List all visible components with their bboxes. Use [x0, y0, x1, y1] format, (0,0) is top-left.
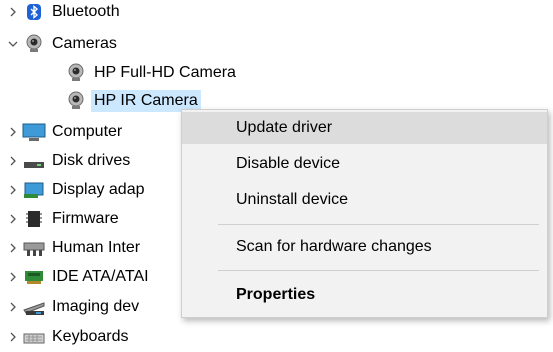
camera-icon [64, 90, 88, 112]
keyboard-icon [22, 326, 46, 348]
context-menu: Update driver Disable device Uninstall d… [181, 109, 548, 318]
menu-item-properties[interactable]: Properties [182, 279, 547, 311]
tree-item-hp-full-hd-camera[interactable]: HP Full-HD Camera [64, 62, 236, 84]
chevron-down-icon[interactable] [4, 33, 22, 55]
tree-item-imaging-devices[interactable]: Imaging dev [4, 296, 139, 318]
tree-item-computer[interactable]: Computer [4, 121, 122, 143]
tree-item-label: Disk drives [52, 152, 131, 169]
menu-item-update-driver[interactable]: Update driver [182, 112, 547, 144]
tree-item-label: Keyboards [52, 328, 129, 345]
menu-item-label: Disable device [236, 155, 341, 172]
tree-item-label: Bluetooth [52, 3, 120, 20]
camera-icon [22, 33, 46, 55]
tree-item-label: Cameras [52, 35, 117, 52]
menu-item-label: Properties [236, 286, 316, 303]
chevron-right-icon[interactable] [4, 179, 22, 201]
menu-item-label: Update driver [236, 119, 333, 136]
chevron-right-icon[interactable] [4, 208, 22, 230]
chevron-right-icon[interactable] [4, 326, 22, 348]
tree-item-label: HP Full-HD Camera [94, 64, 236, 81]
tree-item-cameras[interactable]: Cameras [4, 33, 117, 55]
tree-item-display-adapters[interactable]: Display adap [4, 179, 145, 201]
chevron-right-icon[interactable] [4, 296, 22, 318]
chevron-right-icon[interactable] [4, 150, 22, 172]
tree-item-label: Imaging dev [52, 298, 140, 315]
menu-item-scan-for-hardware-changes[interactable]: Scan for hardware changes [182, 231, 547, 263]
tree-item-label: Human Inter [52, 239, 141, 256]
chevron-right-icon[interactable] [4, 121, 22, 143]
camera-icon [64, 62, 88, 84]
menu-separator [218, 270, 539, 271]
tree-item-keyboards[interactable]: Keyboards [4, 326, 129, 348]
menu-item-label: Scan for hardware changes [236, 238, 432, 255]
tree-item-ide-ata-atapi[interactable]: IDE ATA/ATAI [4, 266, 149, 288]
chevron-right-icon[interactable] [4, 237, 22, 259]
menu-item-disable-device[interactable]: Disable device [182, 148, 547, 180]
hid-icon [22, 237, 46, 259]
menu-item-label: Uninstall device [236, 191, 349, 208]
tree-item-label: Firmware [52, 210, 119, 227]
ide-controller-icon [22, 266, 46, 288]
tree-item-label: IDE ATA/ATAI [52, 268, 149, 285]
tree-item-disk-drives[interactable]: Disk drives [4, 150, 130, 172]
tree-item-human-interface-devices[interactable]: Human Inter [4, 237, 140, 259]
chevron-right-icon[interactable] [4, 266, 22, 288]
firmware-chip-icon [22, 208, 46, 230]
menu-separator [218, 224, 539, 225]
tree-item-label: Computer [52, 123, 123, 140]
display-adapter-icon [22, 179, 46, 201]
tree-item-label: Display adap [52, 181, 145, 198]
bluetooth-icon [22, 1, 46, 23]
imaging-device-icon [22, 296, 46, 318]
chevron-right-icon[interactable] [4, 1, 22, 23]
tree-item-bluetooth[interactable]: Bluetooth [4, 1, 120, 23]
monitor-icon [22, 121, 46, 143]
tree-item-firmware[interactable]: Firmware [4, 208, 119, 230]
disk-drive-icon [22, 150, 46, 172]
menu-item-uninstall-device[interactable]: Uninstall device [182, 184, 547, 216]
